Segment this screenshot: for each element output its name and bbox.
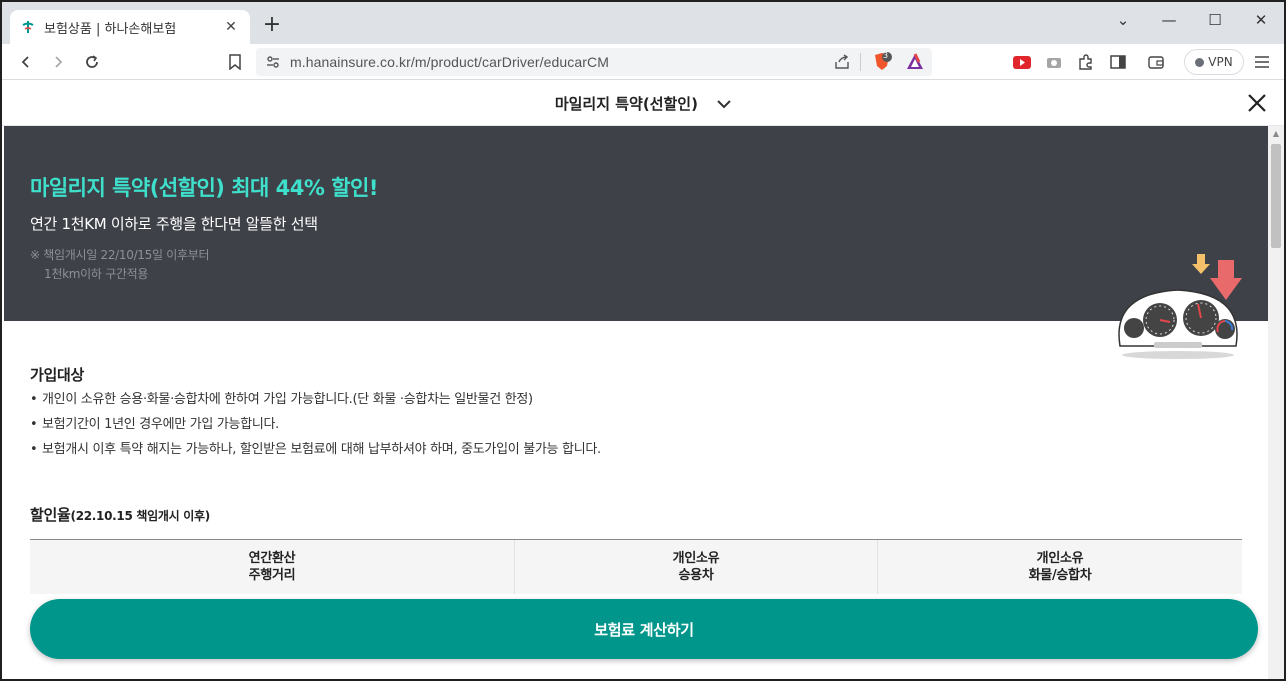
banner-subline: 연간 1천KM 이하로 주행을 한다면 알뜰한 선택 [30, 215, 318, 233]
browser-window: 보험상품 | 하나손해보험 ✕ + ⌄ — ☐ ✕ m.hanainsure.c… [0, 0, 1286, 681]
list-item: 개인이 소유한 승용·화물·승합차에 한하여 가입 가능합니다.(단 화물 ·승… [30, 390, 1230, 415]
scroll-up-icon[interactable]: ▲ [1268, 126, 1284, 142]
header-line: 개인소유 [672, 551, 720, 566]
calculate-premium-button[interactable]: 보험료 계산하기 [30, 599, 1258, 659]
url-text: m.hanainsure.co.kr/m/product/carDriver/e… [290, 54, 610, 70]
bookmark-button[interactable] [223, 50, 247, 74]
browser-toolbar: m.hanainsure.co.kr/m/product/carDriver/e… [2, 44, 1284, 80]
youtube-icon [1013, 55, 1031, 69]
bookmark-icon [229, 54, 241, 70]
web-page: 마일리지 특약(선할인) 마일리지 특약(선할인) 최대 44% 할인! 연간 … [2, 80, 1284, 679]
tab-search-icon[interactable]: ⌄ [1100, 8, 1146, 34]
maximize-button[interactable]: ☐ [1192, 8, 1238, 34]
table-header-cell: 개인소유 화물/승합차 [878, 540, 1242, 594]
table-header-cell: 개인소유 승용차 [515, 540, 878, 594]
share-icon[interactable] [834, 54, 850, 70]
puzzle-icon [1079, 54, 1092, 70]
window-close-button[interactable]: ✕ [1238, 8, 1284, 34]
reload-icon [86, 55, 98, 68]
vpn-status-icon [1195, 57, 1205, 67]
browser-tab[interactable]: 보험상품 | 하나손해보험 ✕ [10, 10, 250, 44]
dashboard-gauge-illustration [1118, 254, 1242, 359]
wallet-button[interactable] [1144, 50, 1168, 74]
shields-badge: 3 [883, 51, 889, 60]
reload-button[interactable] [80, 50, 104, 74]
screenshot-extension-button[interactable] [1042, 50, 1066, 74]
discount-title-main: 할인율 [30, 506, 71, 524]
forward-arrow-icon [55, 56, 63, 68]
table-header-cell: 연간환산 주행거리 [30, 540, 515, 594]
page-header: 마일리지 특약(선할인) [2, 80, 1284, 126]
brave-rewards-icon[interactable] [906, 53, 924, 71]
menu-button[interactable] [1250, 50, 1274, 74]
banner-note-detail: 1천km이하 구간적용 [44, 267, 149, 281]
page-title: 마일리지 특약(선할인) [554, 95, 698, 113]
header-line: 개인소유 [1036, 551, 1084, 566]
back-arrow-icon [21, 56, 29, 68]
discount-table: 연간환산 주행거리 개인소유 승용차 개인소유 화물/승합차 [30, 539, 1242, 594]
tab-title: 보험상품 | 하나손해보험 [44, 21, 177, 37]
hana-favicon-icon [22, 21, 34, 33]
minimize-button[interactable]: — [1146, 8, 1192, 34]
address-bar[interactable]: m.hanainsure.co.kr/m/product/carDriver/e… [256, 48, 932, 76]
sidebar-icon [1110, 55, 1126, 69]
eligibility-list: 개인이 소유한 승용·화물·승합차에 한하여 가입 가능합니다.(단 화물 ·승… [30, 390, 1230, 465]
scrollbar-thumb[interactable] [1271, 144, 1281, 248]
chevron-down-icon[interactable] [717, 100, 731, 109]
eligibility-title: 가입대상 [30, 366, 85, 384]
camera-icon [1047, 58, 1061, 68]
banner-headline: 마일리지 특약(선할인) 최대 44% 할인! [30, 176, 378, 200]
brave-shields-icon[interactable] [872, 52, 892, 72]
extensions-button[interactable] [1074, 50, 1098, 74]
tab-close-icon[interactable]: ✕ [222, 19, 240, 35]
product-selector[interactable]: 마일리지 특약(선할인) [2, 93, 1284, 114]
vpn-label: VPN [1208, 55, 1233, 69]
vpn-button[interactable]: VPN [1184, 49, 1244, 75]
forward-button[interactable] [46, 50, 70, 74]
page-scrollbar[interactable]: ▲ [1268, 126, 1284, 679]
banner-note: ※ 책임개시일 22/10/15일 이후부터 [30, 248, 210, 262]
omnibox-divider [860, 53, 861, 71]
header-line: 연간환산 [248, 551, 296, 566]
tab-strip: 보험상품 | 하나손해보험 ✕ + ⌄ — ☐ ✕ [2, 2, 1284, 44]
youtube-extension-button[interactable] [1010, 50, 1034, 74]
list-item: 보험기간이 1년인 경우에만 가입 가능합니다. [30, 415, 1230, 440]
new-tab-button[interactable]: + [260, 14, 284, 38]
header-line: 화물/승합차 [1028, 568, 1092, 583]
list-item: 보험개시 이후 특약 해지는 가능하나, 할인받은 보험료에 대해 납부하셔야 … [30, 440, 1230, 465]
close-icon[interactable] [1246, 92, 1268, 114]
sidebar-button[interactable] [1106, 50, 1130, 74]
hamburger-menu-icon [1255, 56, 1269, 68]
discount-title-sub: (22.10.15 책임개시 이후) [70, 509, 211, 523]
wallet-icon [1148, 56, 1164, 69]
discount-rate-title: 할인율(22.10.15 책임개시 이후) [30, 504, 210, 525]
header-line: 승용차 [678, 568, 714, 583]
header-line: 주행거리 [248, 568, 296, 583]
cta-label: 보험료 계산하기 [594, 620, 694, 639]
promo-banner: 마일리지 특약(선할인) 최대 44% 할인! 연간 1천KM 이하로 주행을 … [4, 126, 1268, 359]
back-button[interactable] [14, 50, 38, 74]
site-settings-icon[interactable] [266, 55, 280, 69]
